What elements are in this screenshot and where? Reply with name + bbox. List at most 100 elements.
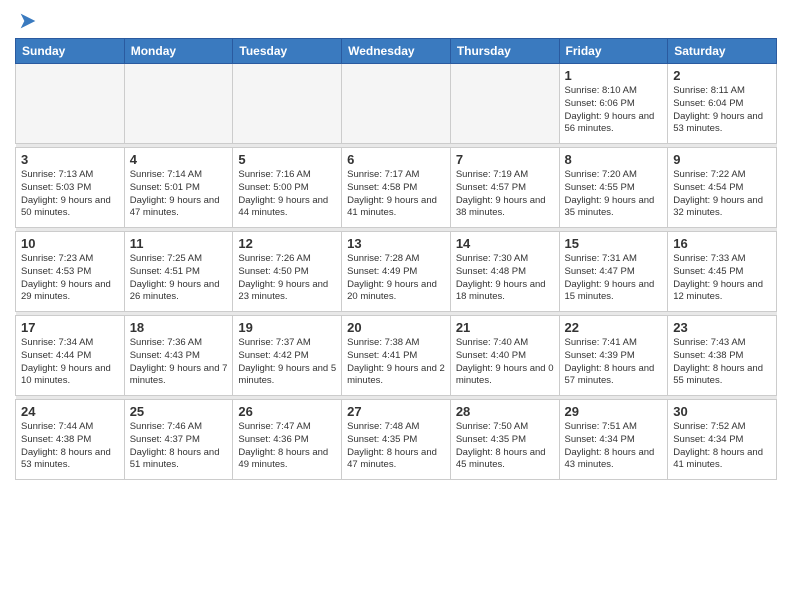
day-number: 25 (130, 404, 228, 419)
day-info: Sunrise: 7:34 AM Sunset: 4:44 PM Dayligh… (21, 337, 119, 388)
calendar-header-thursday: Thursday (450, 39, 559, 64)
day-info: Sunrise: 7:36 AM Sunset: 4:43 PM Dayligh… (130, 337, 228, 388)
calendar-cell (342, 64, 451, 144)
calendar-cell (16, 64, 125, 144)
day-info: Sunrise: 7:48 AM Sunset: 4:35 PM Dayligh… (347, 421, 445, 472)
day-number: 12 (238, 236, 336, 251)
day-number: 13 (347, 236, 445, 251)
day-number: 27 (347, 404, 445, 419)
day-info: Sunrise: 7:19 AM Sunset: 4:57 PM Dayligh… (456, 169, 554, 220)
day-number: 8 (565, 152, 663, 167)
day-number: 11 (130, 236, 228, 251)
calendar-cell: 2 Sunrise: 8:11 AM Sunset: 6:04 PM Daylig… (668, 64, 777, 144)
calendar-header-tuesday: Tuesday (233, 39, 342, 64)
day-number: 30 (673, 404, 771, 419)
day-info: Sunrise: 7:14 AM Sunset: 5:01 PM Dayligh… (130, 169, 228, 220)
calendar-cell: 25 Sunrise: 7:46 AM Sunset: 4:37 PM Dayli… (124, 400, 233, 480)
day-number: 17 (21, 320, 119, 335)
day-number: 16 (673, 236, 771, 251)
day-number: 10 (21, 236, 119, 251)
calendar-cell: 1Sunrise: 8:10 AM Sunset: 6:06 PM Daylig… (559, 64, 668, 144)
day-number: 5 (238, 152, 336, 167)
day-number: 2 (673, 68, 771, 83)
day-number: 21 (456, 320, 554, 335)
calendar-cell: 20 Sunrise: 7:38 AM Sunset: 4:41 PM Dayli… (342, 316, 451, 396)
day-info: Sunrise: 7:31 AM Sunset: 4:47 PM Dayligh… (565, 253, 663, 304)
calendar-week-4: 17 Sunrise: 7:34 AM Sunset: 4:44 PM Dayli… (16, 316, 777, 396)
day-info: Sunrise: 8:11 AM Sunset: 6:04 PM Dayligh… (673, 85, 771, 136)
calendar-table: SundayMondayTuesdayWednesdayThursdayFrid… (15, 38, 777, 480)
day-info: Sunrise: 7:47 AM Sunset: 4:36 PM Dayligh… (238, 421, 336, 472)
calendar-cell: 14Sunrise: 7:30 AM Sunset: 4:48 PM Dayli… (450, 232, 559, 312)
calendar-week-1: 1Sunrise: 8:10 AM Sunset: 6:06 PM Daylig… (16, 64, 777, 144)
day-number: 24 (21, 404, 119, 419)
day-info: Sunrise: 7:22 AM Sunset: 4:54 PM Dayligh… (673, 169, 771, 220)
calendar-header-monday: Monday (124, 39, 233, 64)
calendar-cell: 3 Sunrise: 7:13 AM Sunset: 5:03 PM Daylig… (16, 148, 125, 228)
calendar-cell: 30 Sunrise: 7:52 AM Sunset: 4:34 PM Dayli… (668, 400, 777, 480)
day-number: 14 (456, 236, 554, 251)
day-info: Sunrise: 7:26 AM Sunset: 4:50 PM Dayligh… (238, 253, 336, 304)
day-number: 28 (456, 404, 554, 419)
day-info: Sunrise: 7:28 AM Sunset: 4:49 PM Dayligh… (347, 253, 445, 304)
calendar-week-5: 24 Sunrise: 7:44 AM Sunset: 4:38 PM Dayli… (16, 400, 777, 480)
calendar-cell: 16 Sunrise: 7:33 AM Sunset: 4:45 PM Dayli… (668, 232, 777, 312)
calendar-cell (233, 64, 342, 144)
day-info: Sunrise: 8:10 AM Sunset: 6:06 PM Dayligh… (565, 85, 663, 136)
logo (15, 10, 39, 32)
calendar-header-friday: Friday (559, 39, 668, 64)
calendar-week-2: 3 Sunrise: 7:13 AM Sunset: 5:03 PM Daylig… (16, 148, 777, 228)
day-number: 4 (130, 152, 228, 167)
calendar-header-saturday: Saturday (668, 39, 777, 64)
day-info: Sunrise: 7:25 AM Sunset: 4:51 PM Dayligh… (130, 253, 228, 304)
calendar-cell: 17 Sunrise: 7:34 AM Sunset: 4:44 PM Dayli… (16, 316, 125, 396)
calendar-cell (124, 64, 233, 144)
day-number: 3 (21, 152, 119, 167)
calendar-cell: 27 Sunrise: 7:48 AM Sunset: 4:35 PM Dayli… (342, 400, 451, 480)
day-number: 15 (565, 236, 663, 251)
calendar-cell: 11 Sunrise: 7:25 AM Sunset: 4:51 PM Dayli… (124, 232, 233, 312)
day-info: Sunrise: 7:44 AM Sunset: 4:38 PM Dayligh… (21, 421, 119, 472)
calendar-header-sunday: Sunday (16, 39, 125, 64)
day-info: Sunrise: 7:40 AM Sunset: 4:40 PM Dayligh… (456, 337, 554, 388)
day-info: Sunrise: 7:50 AM Sunset: 4:35 PM Dayligh… (456, 421, 554, 472)
day-info: Sunrise: 7:13 AM Sunset: 5:03 PM Dayligh… (21, 169, 119, 220)
calendar-cell: 7Sunrise: 7:19 AM Sunset: 4:57 PM Daylig… (450, 148, 559, 228)
day-number: 22 (565, 320, 663, 335)
day-number: 18 (130, 320, 228, 335)
calendar-cell: 21 Sunrise: 7:40 AM Sunset: 4:40 PM Dayli… (450, 316, 559, 396)
day-number: 20 (347, 320, 445, 335)
calendar-cell: 24 Sunrise: 7:44 AM Sunset: 4:38 PM Dayli… (16, 400, 125, 480)
calendar-header-row: SundayMondayTuesdayWednesdayThursdayFrid… (16, 39, 777, 64)
day-info: Sunrise: 7:52 AM Sunset: 4:34 PM Dayligh… (673, 421, 771, 472)
day-info: Sunrise: 7:16 AM Sunset: 5:00 PM Dayligh… (238, 169, 336, 220)
calendar-cell: 28 Sunrise: 7:50 AM Sunset: 4:35 PM Dayli… (450, 400, 559, 480)
calendar-week-3: 10 Sunrise: 7:23 AM Sunset: 4:53 PM Dayli… (16, 232, 777, 312)
header (15, 10, 777, 32)
day-info: Sunrise: 7:37 AM Sunset: 4:42 PM Dayligh… (238, 337, 336, 388)
day-number: 19 (238, 320, 336, 335)
calendar-cell (450, 64, 559, 144)
day-info: Sunrise: 7:23 AM Sunset: 4:53 PM Dayligh… (21, 253, 119, 304)
calendar-cell: 29Sunrise: 7:51 AM Sunset: 4:34 PM Dayli… (559, 400, 668, 480)
day-info: Sunrise: 7:33 AM Sunset: 4:45 PM Dayligh… (673, 253, 771, 304)
calendar-cell: 8 Sunrise: 7:20 AM Sunset: 4:55 PM Daylig… (559, 148, 668, 228)
day-info: Sunrise: 7:17 AM Sunset: 4:58 PM Dayligh… (347, 169, 445, 220)
calendar-cell: 12 Sunrise: 7:26 AM Sunset: 4:50 PM Dayli… (233, 232, 342, 312)
day-number: 9 (673, 152, 771, 167)
day-info: Sunrise: 7:46 AM Sunset: 4:37 PM Dayligh… (130, 421, 228, 472)
page-container: SundayMondayTuesdayWednesdayThursdayFrid… (0, 0, 792, 490)
day-info: Sunrise: 7:41 AM Sunset: 4:39 PM Dayligh… (565, 337, 663, 388)
calendar-cell: 6Sunrise: 7:17 AM Sunset: 4:58 PM Daylig… (342, 148, 451, 228)
day-info: Sunrise: 7:38 AM Sunset: 4:41 PM Dayligh… (347, 337, 445, 388)
day-info: Sunrise: 7:20 AM Sunset: 4:55 PM Dayligh… (565, 169, 663, 220)
day-number: 23 (673, 320, 771, 335)
day-info: Sunrise: 7:51 AM Sunset: 4:34 PM Dayligh… (565, 421, 663, 472)
calendar-cell: 18 Sunrise: 7:36 AM Sunset: 4:43 PM Dayli… (124, 316, 233, 396)
day-info: Sunrise: 7:43 AM Sunset: 4:38 PM Dayligh… (673, 337, 771, 388)
day-number: 26 (238, 404, 336, 419)
calendar-header-wednesday: Wednesday (342, 39, 451, 64)
calendar-cell: 19 Sunrise: 7:37 AM Sunset: 4:42 PM Dayli… (233, 316, 342, 396)
calendar-cell: 26 Sunrise: 7:47 AM Sunset: 4:36 PM Dayli… (233, 400, 342, 480)
logo-arrow-icon (17, 10, 39, 32)
